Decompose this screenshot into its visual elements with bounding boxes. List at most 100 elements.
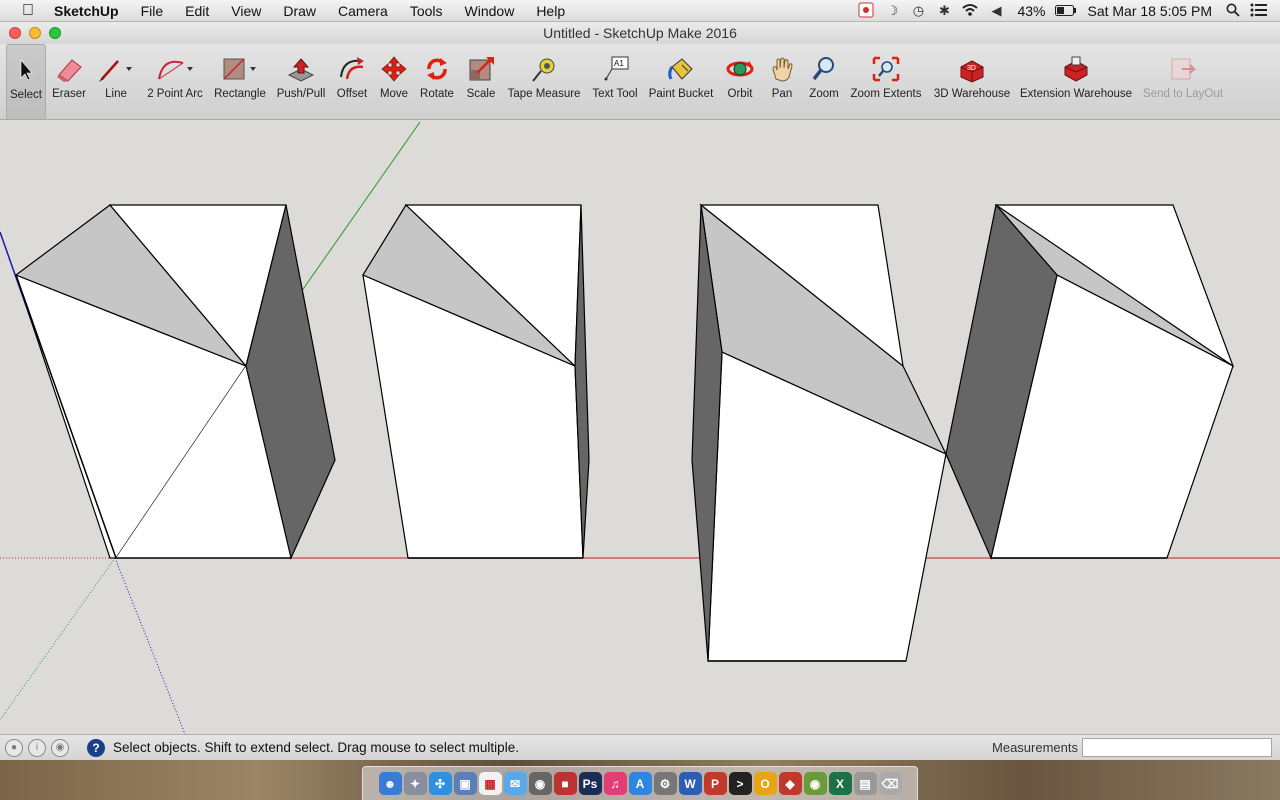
- menu-edit[interactable]: Edit: [174, 0, 220, 22]
- modeling-viewport[interactable]: [0, 120, 1280, 734]
- menu-app-name[interactable]: SketchUp: [52, 0, 130, 22]
- photoshop-dock-icon[interactable]: Ps: [578, 772, 602, 795]
- window-close-button[interactable]: [9, 27, 21, 39]
- tool-label: Rotate: [420, 88, 454, 100]
- tool-zoom-extents[interactable]: Zoom Extents: [848, 44, 924, 120]
- safari-dock-icon[interactable]: ✣: [428, 772, 452, 795]
- large-tool-set-toolbar: Select Eraser Line 2 Point Arc Rectangle…: [0, 44, 1280, 120]
- tool-text[interactable]: A1 Text Tool: [588, 44, 642, 120]
- tool-label: Select: [10, 89, 42, 101]
- app-store-dock-icon[interactable]: A: [628, 772, 652, 795]
- rotate-icon: [423, 52, 451, 86]
- green-axis-negative: [0, 557, 116, 721]
- tool-label: Rectangle: [214, 88, 266, 100]
- model-block-4[interactable]: [945, 203, 1235, 560]
- notification-center-icon[interactable]: [1246, 3, 1272, 20]
- tool-label: Push/Pull: [276, 88, 326, 100]
- menu-view[interactable]: View: [220, 0, 272, 22]
- terminal-dock-icon[interactable]: >: [728, 772, 752, 795]
- tool-rotate[interactable]: Rotate: [418, 44, 456, 120]
- apple-menu-icon[interactable]: : [18, 2, 38, 20]
- globe-app-dock-icon[interactable]: ◉: [803, 772, 827, 795]
- volume-icon[interactable]: ◀: [983, 3, 1009, 19]
- model-block-3[interactable]: [691, 203, 948, 662]
- tool-push-pull[interactable]: Push/Pull: [274, 44, 328, 120]
- do-not-disturb-moon-icon[interactable]: ☽: [879, 3, 905, 19]
- viewport-canvas[interactable]: [0, 120, 1280, 734]
- tool-2-point-arc[interactable]: 2 Point Arc: [143, 44, 207, 120]
- word-dock-icon[interactable]: W: [678, 772, 702, 795]
- tool-paint-bucket[interactable]: Paint Bucket: [647, 44, 715, 120]
- measurements-input[interactable]: [1082, 738, 1272, 757]
- tool-label: 3D Warehouse: [933, 88, 1011, 100]
- messages-dock-icon[interactable]: ✉: [503, 772, 527, 795]
- model-block-2[interactable]: [362, 204, 590, 559]
- outlook-dock-icon[interactable]: O: [753, 772, 777, 795]
- model-block-1[interactable]: [14, 204, 336, 560]
- window-titlebar[interactable]: Untitled - SketchUp Make 2016: [0, 22, 1280, 44]
- tool-label: Offset: [336, 88, 368, 100]
- antivirus-icon[interactable]: [853, 2, 879, 21]
- tool-label: Move: [379, 88, 409, 100]
- tool-label: Line: [105, 88, 127, 100]
- time-machine-icon[interactable]: ◷: [905, 3, 931, 19]
- menu-tools[interactable]: Tools: [399, 0, 454, 22]
- preview-dock-icon[interactable]: ▣: [453, 772, 477, 795]
- tool-rectangle[interactable]: Rectangle: [212, 44, 268, 120]
- wifi-icon[interactable]: [957, 3, 983, 20]
- window-zoom-button[interactable]: [49, 27, 61, 39]
- macos-dock: ☻ ✦ ✣ ▣ ▦ ✉ ◉ ■ Ps ♫ A ⚙ W P > O ◆ ◉ X ▤…: [362, 766, 918, 800]
- credits-info-icon[interactable]: i: [28, 738, 46, 757]
- menu-clock[interactable]: Sat Mar 18 5:05 PM: [1079, 3, 1220, 19]
- menu-help[interactable]: Help: [525, 0, 576, 22]
- tool-zoom[interactable]: Zoom: [806, 44, 842, 120]
- system-preferences-dock-icon[interactable]: ⚙: [653, 772, 677, 795]
- user-account-icon[interactable]: ◉: [51, 738, 69, 757]
- bluetooth-icon[interactable]: ✱: [931, 3, 957, 19]
- extension-warehouse-icon: [1061, 52, 1091, 86]
- documents-stack-dock-icon[interactable]: ▤: [853, 772, 877, 795]
- powerpoint-dock-icon[interactable]: P: [703, 772, 727, 795]
- tape-measure-icon: [529, 52, 559, 86]
- tool-tape-measure[interactable]: Tape Measure: [506, 44, 582, 120]
- instructor-help-icon[interactable]: ?: [87, 738, 105, 757]
- menu-file[interactable]: File: [130, 0, 175, 22]
- tool-move[interactable]: Move: [376, 44, 412, 120]
- spotlight-search-icon[interactable]: [1220, 3, 1246, 20]
- calendar-dock-icon[interactable]: ▦: [478, 772, 502, 795]
- facetime-dock-icon[interactable]: ◉: [528, 772, 552, 795]
- tool-orbit[interactable]: Orbit: [722, 44, 758, 120]
- finder-dock-icon[interactable]: ☻: [378, 772, 402, 795]
- trash-dock-icon[interactable]: ⌫: [878, 772, 902, 795]
- geolocation-icon[interactable]: ●: [5, 738, 23, 757]
- itunes-dock-icon[interactable]: ♫: [603, 772, 627, 795]
- window-minimize-button[interactable]: [29, 27, 41, 39]
- tool-pan[interactable]: Pan: [766, 44, 798, 120]
- excel-dock-icon[interactable]: X: [828, 772, 852, 795]
- tool-line[interactable]: Line: [96, 44, 136, 120]
- menu-camera[interactable]: Camera: [327, 0, 399, 22]
- battery-icon[interactable]: [1053, 4, 1079, 19]
- scale-icon: [467, 52, 495, 86]
- tool-send-to-layout[interactable]: Send to LayOut: [1140, 44, 1226, 120]
- menu-window[interactable]: Window: [454, 0, 526, 22]
- sketchup-window: Untitled - SketchUp Make 2016 Select Era…: [0, 22, 1280, 760]
- launchpad-dock-icon[interactable]: ✦: [403, 772, 427, 795]
- tool-scale[interactable]: Scale: [462, 44, 500, 120]
- tool-eraser[interactable]: Eraser: [48, 44, 90, 120]
- tool-extension-warehouse[interactable]: Extension Warehouse: [1018, 44, 1134, 120]
- status-message: Select objects. Shift to extend select. …: [113, 740, 519, 755]
- photo-booth-dock-icon[interactable]: ■: [553, 772, 577, 795]
- eraser-icon: [54, 52, 84, 86]
- orbit-icon: [725, 52, 755, 86]
- menu-draw[interactable]: Draw: [272, 0, 327, 22]
- tool-3d-warehouse[interactable]: 3D 3D Warehouse: [930, 44, 1014, 120]
- zoom-extents-icon: [871, 52, 901, 86]
- sketchup-dock-icon[interactable]: ◆: [778, 772, 802, 795]
- battery-percent[interactable]: 43%: [1009, 3, 1053, 19]
- measurements-label: Measurements: [992, 740, 1078, 755]
- tool-offset[interactable]: Offset: [332, 44, 372, 120]
- tool-label: Tape Measure: [507, 88, 581, 100]
- move-icon: [380, 52, 408, 86]
- tool-select[interactable]: Select: [6, 44, 46, 120]
